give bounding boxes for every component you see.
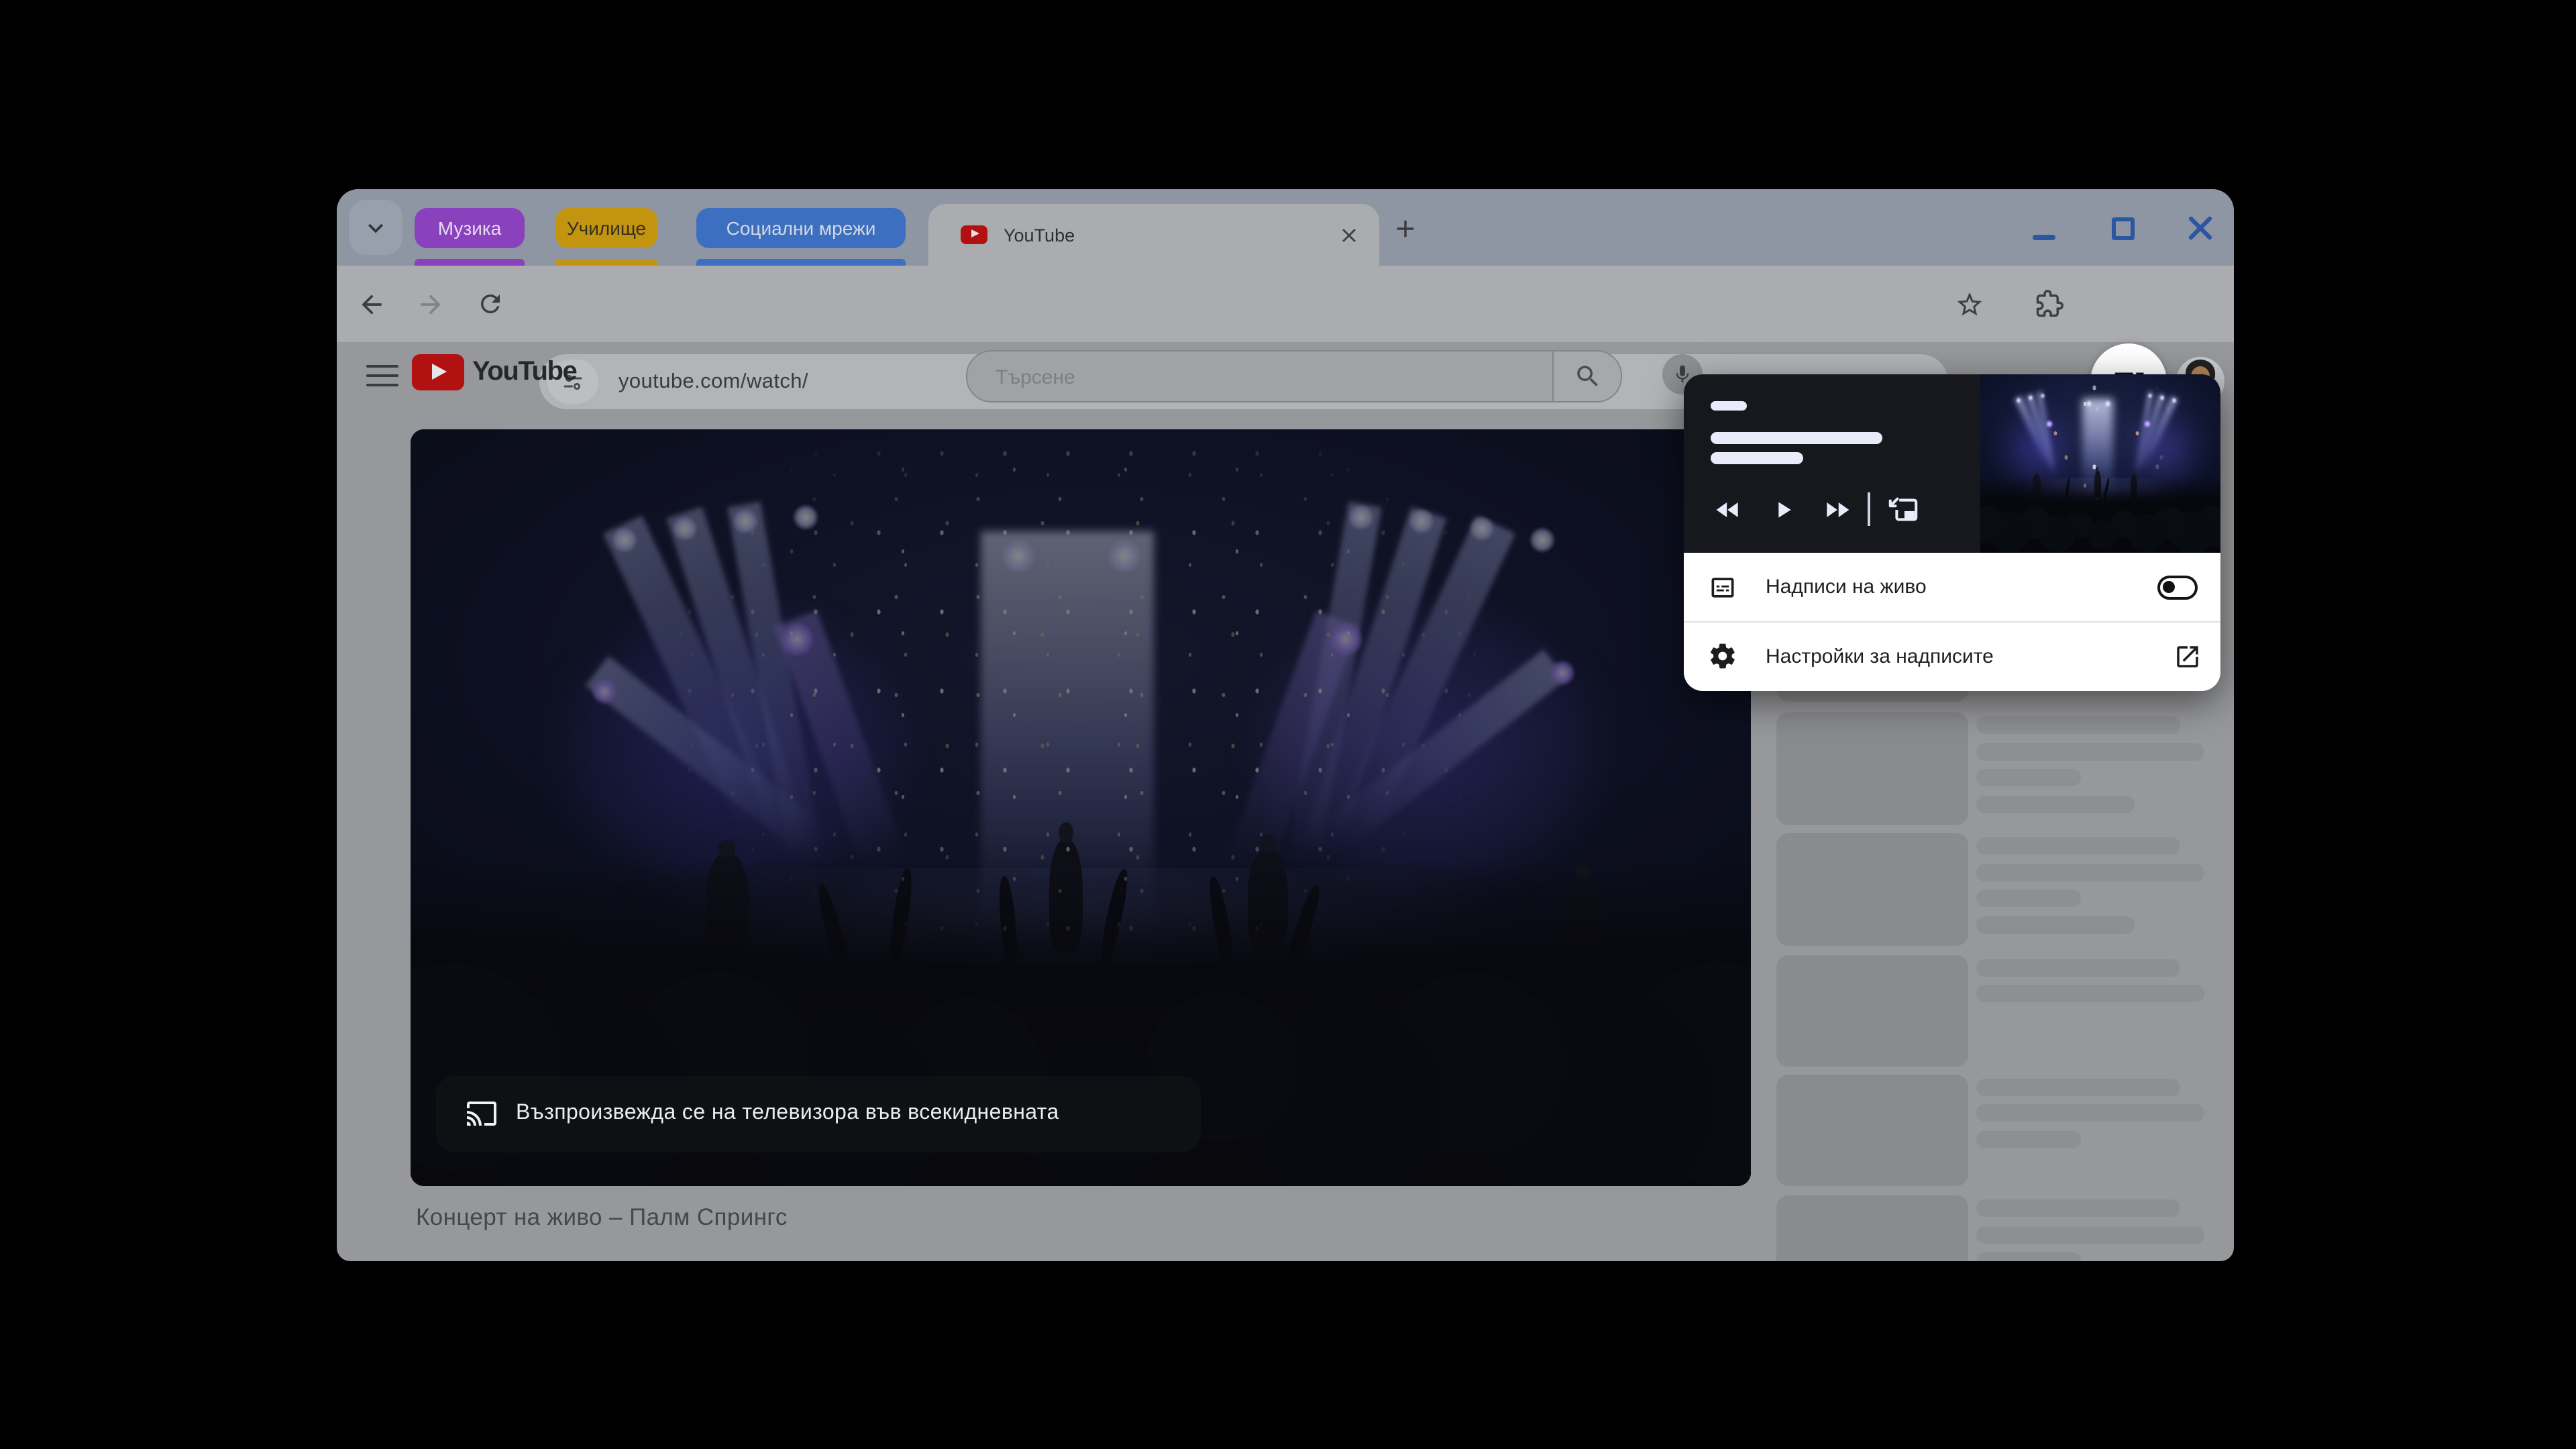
browser-toolbar: youtube.com/watch/ (337, 266, 2234, 342)
previous-track-button[interactable] (1711, 495, 1744, 525)
url-text[interactable]: youtube.com/watch/ (619, 354, 808, 409)
suggestion-text-placeholder (1976, 890, 2081, 907)
video-dim-overlay (411, 429, 1751, 1186)
caption-settings-row[interactable]: Настройки за надписите (1684, 622, 2220, 690)
tab-search-button[interactable] (349, 200, 402, 255)
back-button[interactable] (349, 281, 394, 327)
rewind-icon (1713, 495, 1742, 525)
live-caption-icon (1708, 572, 1737, 602)
suggestion-thumbnail-placeholder (1776, 1195, 1968, 1261)
suggestion-text-placeholder (1976, 716, 2180, 734)
suggestion-text-placeholder (1976, 1104, 2204, 1122)
suggestion-text-placeholder (1976, 1130, 2081, 1148)
tab-group-social[interactable]: Социални мрежи (696, 208, 906, 248)
media-thumbnail (1980, 374, 2220, 553)
cast-toast: Възпроизвежда се на телевизора във всеки… (435, 1076, 1200, 1152)
forward-button[interactable] (408, 281, 453, 327)
gear-icon (1708, 641, 1737, 671)
caption-settings-label: Настройки за надписите (1766, 645, 1994, 667)
media-source-placeholder (1711, 401, 1747, 411)
forward-arrow-icon (416, 289, 445, 319)
suggestion-thumbnail-placeholder (1776, 955, 1968, 1067)
tab-group-underline (696, 259, 906, 266)
suggestion-text-placeholder (1976, 985, 2204, 1002)
tab-group-label: Музика (438, 217, 502, 239)
youtube-favicon-icon (961, 225, 987, 245)
close-window-button[interactable] (2187, 215, 2214, 241)
suggestion-thumbnail-placeholder (1776, 1074, 1968, 1186)
controls-divider (1868, 492, 1870, 525)
picture-in-picture-button[interactable] (1885, 494, 1921, 526)
suggestion-text-placeholder (1976, 837, 2180, 855)
suggestion-text-placeholder (1976, 769, 2081, 786)
star-icon (1955, 289, 1984, 319)
open-in-new-icon (2173, 642, 2201, 670)
close-tab-icon[interactable] (1338, 223, 1360, 246)
tab-group-label: Социални мрежи (727, 217, 876, 239)
search-button[interactable] (1552, 351, 1621, 400)
hamburger-icon (366, 364, 398, 368)
toggle-knob (2163, 581, 2175, 593)
reload-button[interactable] (467, 281, 513, 327)
suggestion-thumbnail-placeholder (1776, 833, 1968, 945)
search-input[interactable] (993, 351, 1535, 402)
tab-group-school[interactable]: Училище (555, 208, 657, 248)
new-tab-icon[interactable] (1391, 215, 1419, 243)
live-caption-label: Надписи на живо (1766, 576, 1927, 598)
reload-icon (476, 290, 504, 318)
search-box (966, 350, 1622, 402)
media-title-placeholder (1711, 432, 1882, 443)
minimize-button[interactable] (2033, 235, 2055, 239)
tab-group-label: Училище (567, 217, 646, 239)
youtube-logo-icon (412, 354, 464, 390)
suggestion-text-placeholder (1976, 863, 2204, 881)
cast-icon (465, 1098, 497, 1130)
play-button[interactable] (1768, 495, 1798, 525)
live-caption-toggle[interactable] (2157, 575, 2197, 599)
tab-group-music[interactable]: Музика (415, 208, 525, 248)
desktop: Музика Училище Социални мрежи YouTube (0, 0, 2576, 1449)
suggestion-text-placeholder (1976, 743, 2204, 760)
search-icon (1573, 362, 1601, 390)
cast-message: Възпроизвежда се на телевизора във всеки… (516, 1102, 1059, 1126)
video-title: Концерт на живо – Палм Спрингс (416, 1203, 788, 1232)
play-icon (1770, 496, 1796, 523)
chevron-down-icon (361, 213, 390, 242)
video-player[interactable]: Възпроизвежда се на телевизора във всеки… (411, 429, 1751, 1186)
suggestion-text-placeholder (1976, 1199, 2180, 1217)
tab-youtube[interactable]: YouTube (928, 204, 1379, 266)
bookmark-button[interactable] (1947, 281, 1992, 327)
picture-in-picture-icon (1886, 495, 1920, 525)
suggestion-thumbnail-placeholder (1776, 712, 1968, 824)
media-artist-placeholder (1711, 452, 1803, 464)
suggestion-text-placeholder (1976, 1226, 2204, 1243)
media-controls-popup: Надписи на живо Настройки за надписите (1684, 374, 2220, 690)
suggestion-text-placeholder (1976, 795, 2135, 812)
suggestion-text-placeholder (1976, 916, 2135, 933)
suggestion-text-placeholder (1976, 1078, 2180, 1095)
tab-group-underline (555, 259, 657, 266)
suggestion-text-placeholder (1976, 959, 2180, 976)
media-session-card[interactable] (1684, 374, 2220, 553)
extensions-button[interactable] (2026, 281, 2072, 327)
fast-forward-icon (1821, 495, 1851, 525)
suggestion-text-placeholder (1976, 1252, 2081, 1261)
maximize-button[interactable] (2112, 217, 2135, 240)
puzzle-icon (2035, 290, 2063, 318)
live-caption-row[interactable]: Надписи на живо (1684, 553, 2220, 621)
tab-title: YouTube (1004, 225, 1338, 245)
next-track-button[interactable] (1819, 495, 1853, 525)
tab-strip: Музика Училище Социални мрежи YouTube (337, 189, 2234, 266)
back-arrow-icon (357, 289, 386, 319)
browser-window: Музика Училище Социални мрежи YouTube (337, 189, 2234, 1261)
tab-group-underline (415, 259, 525, 266)
youtube-wordmark: YouTube (472, 354, 576, 390)
